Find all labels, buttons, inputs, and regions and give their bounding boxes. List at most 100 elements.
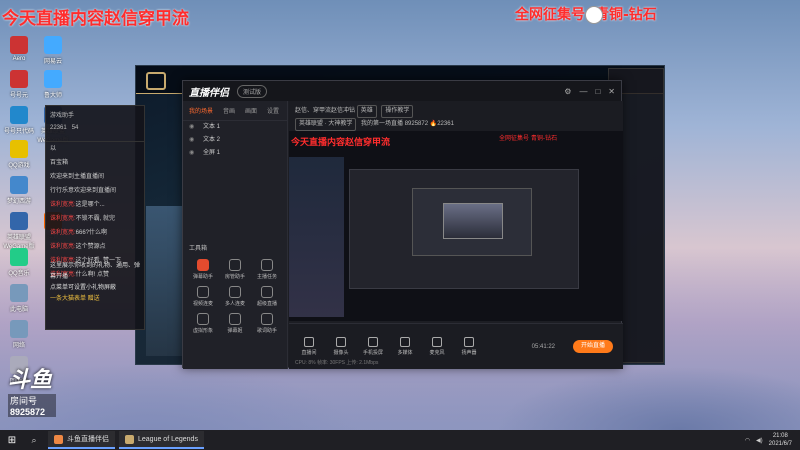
game-category[interactable]: 英雄联盟 · 大神教学 [295,118,357,131]
minimize-icon[interactable]: — [579,87,587,96]
clock-time: 21:08 [772,433,788,439]
taskbar-app[interactable]: 斗鱼直播伴侣 [48,431,115,449]
toolbox-item[interactable]: 多人连麦 [219,286,251,307]
recruit-banner-text: 全网征集号 [515,7,585,23]
tab-1[interactable]: 我的场景 [189,106,213,115]
category-pill[interactable]: 英雄 [356,105,377,118]
tool-label: 主播任务 [256,274,277,280]
desktop-icon[interactable]: 网络 [2,320,36,349]
scene-sidebar: 我的场景 音画 画面 设置 文本 1文本 2全屏 1 工具箱 弹幕助手 房管助手 主播任务… [183,101,288,369]
control-button[interactable]: 手机投屏 [363,337,383,356]
desktop-icon[interactable]: 鲁大师 [36,70,70,99]
desktop-icon[interactable]: 网易云 [36,36,70,65]
control-icon [400,337,410,347]
duration-text: 05:41:22 [531,343,555,350]
chat-text: 这是哪个... [75,202,105,208]
nested-preview-inner [412,188,532,256]
stream-preview[interactable]: 今天直播内容赵信穿甲流 全网征集号 青铜-钻石 [289,131,623,321]
taskbar-app[interactable]: League of Legends [119,431,204,449]
control-button[interactable]: 直播间 [299,337,319,356]
app-icon [10,248,28,266]
control-label: 摄像头 [333,350,349,356]
tab-2[interactable]: 音画 [223,106,235,115]
chat-text: 666?什么啊 [75,230,108,236]
chat-text: 欢迎来到主播直播间 [50,174,105,180]
desktop-icon[interactable]: 梦幻西游 [2,176,36,205]
control-button[interactable]: 多媒体 [395,337,415,356]
desktop-icon[interactable]: 号号元 [2,70,36,99]
desktop-icon[interactable]: QQ音乐 [2,248,36,277]
taskbar: ⊞ ⌕ 斗鱼直播伴侣 League of Legends ◠ ◀) 21:08 2… [0,430,800,450]
app-icon [10,212,28,230]
desktop-icon[interactable]: 号号只代码 [2,106,36,135]
chat-username[interactable]: 诛利宽亮: [50,230,76,236]
desktop-icon-label: QQ游戏 [8,163,30,169]
toolbox-item[interactable]: 虚拟形象 [187,313,219,334]
control-button[interactable]: 摄像头 [331,337,351,356]
tool-icon [229,286,241,298]
chat-username[interactable]: 诛利宽亮: [50,202,76,208]
maximize-icon[interactable]: □ [595,87,600,96]
stream-title[interactable]: 赵信、穿甲流赵信冲钻 [295,108,355,114]
control-label: 扬声器 [461,350,477,356]
status-bar: CPU: 8% 帧率: 30FPS 上传: 2.1Mbps [295,360,379,366]
nested-preview-window [349,169,579,289]
room-badge: 斗鱼 房间号 8925872 [8,362,56,417]
desktop-icon[interactable]: 此电脑 [2,284,36,313]
toolbox-item[interactable]: 弹幕助手 [187,259,219,280]
danmaku-chat-panel[interactable]: 游戏助手 22361 54 以百宝箱 欢迎来到主播直播间 行行乐意欢迎来到直播间 诛利… [45,105,145,330]
search-icon[interactable]: ⌕ [24,435,44,446]
toolbox-item[interactable]: 房管助手 [219,259,251,280]
chat-username[interactable]: 诛利宽亮: [50,216,76,222]
toolbox-item[interactable]: 主播任务 [251,259,283,280]
app-icon [10,36,28,54]
control-icon [304,337,314,347]
desktop-icon-label: 号号元 [9,93,28,99]
network-icon[interactable]: ◠ [745,437,750,444]
scene-item[interactable]: 文本 2 [183,134,287,147]
chat-text: 不锁不霸, 就完 [75,216,116,222]
preview-topic-text: 今天直播内容赵信穿甲流 [291,138,391,148]
toolbox-grid: 弹幕助手 房管助手 主播任务视频连麦 多人连麦 超级直播虚拟形象 弹幕姬 歌词助手 [187,259,283,334]
scene-item[interactable]: 全屏 1 [183,147,287,160]
app-icon [44,70,62,88]
chat-username[interactable]: 诛利宽亮: [50,244,76,250]
control-button[interactable]: 麦克风 [427,337,447,356]
chat-header: 游戏助手 22361 54 [46,106,144,142]
chat-message: 以 [46,142,144,156]
stream-companion-window[interactable]: 直播伴侣 测试版 ⚙ — □ ✕ 我的场景 音画 画面 设置 文本 1文本 2全屏 1… [182,80,623,369]
desktop-icon-label: 网络 [12,343,25,349]
toolbox-item[interactable]: 弹幕姬 [219,313,251,334]
toolbox-item[interactable]: 歌词助手 [251,313,283,334]
start-button[interactable]: ⊞ [0,430,24,450]
online-count: 22361 [437,121,454,127]
app-icon [10,176,28,194]
close-icon[interactable]: ✕ [608,87,615,96]
chat-message: 百宝箱 [46,156,144,170]
tool-label: 超级直播 [256,301,277,307]
desktop-icon[interactable]: QQ游戏 [2,140,36,169]
toolbox-title: 工具箱 [189,246,208,252]
toolbox-item[interactable]: 超级直播 [251,286,283,307]
start-live-button[interactable]: 开始直播 [573,340,613,353]
stream-companion-titlebar[interactable]: 直播伴侣 测试版 ⚙ — □ ✕ [183,81,621,101]
desktop-icon[interactable]: 英雄联盟WeGame版 [2,212,36,250]
app-icon [10,70,28,88]
settings-icon[interactable]: ⚙ [564,87,571,96]
volume-icon[interactable]: ◀) [756,437,763,444]
scene-item[interactable]: 文本 1 [183,121,287,134]
room-number: 8925872 [8,407,56,417]
desktop-icon-label: 鲁大师 [43,93,62,99]
clock[interactable]: 21:08 2021/6/7 [769,432,792,448]
control-button[interactable]: 扬声器 [459,337,479,356]
tab-4[interactable]: 设置 [267,106,279,115]
tag-pill[interactable]: 操作教学 [381,105,414,118]
tool-label: 歌词助手 [256,328,277,334]
control-label: 手机投屏 [363,350,384,356]
desktop-icon[interactable]: Aero [2,36,36,62]
desktop-icon-label: 此电脑 [9,307,28,313]
control-icon [368,337,378,347]
toolbox-item[interactable]: 视频连麦 [187,286,219,307]
tab-3[interactable]: 画面 [245,106,257,115]
room-label: 房间号 [8,394,56,407]
